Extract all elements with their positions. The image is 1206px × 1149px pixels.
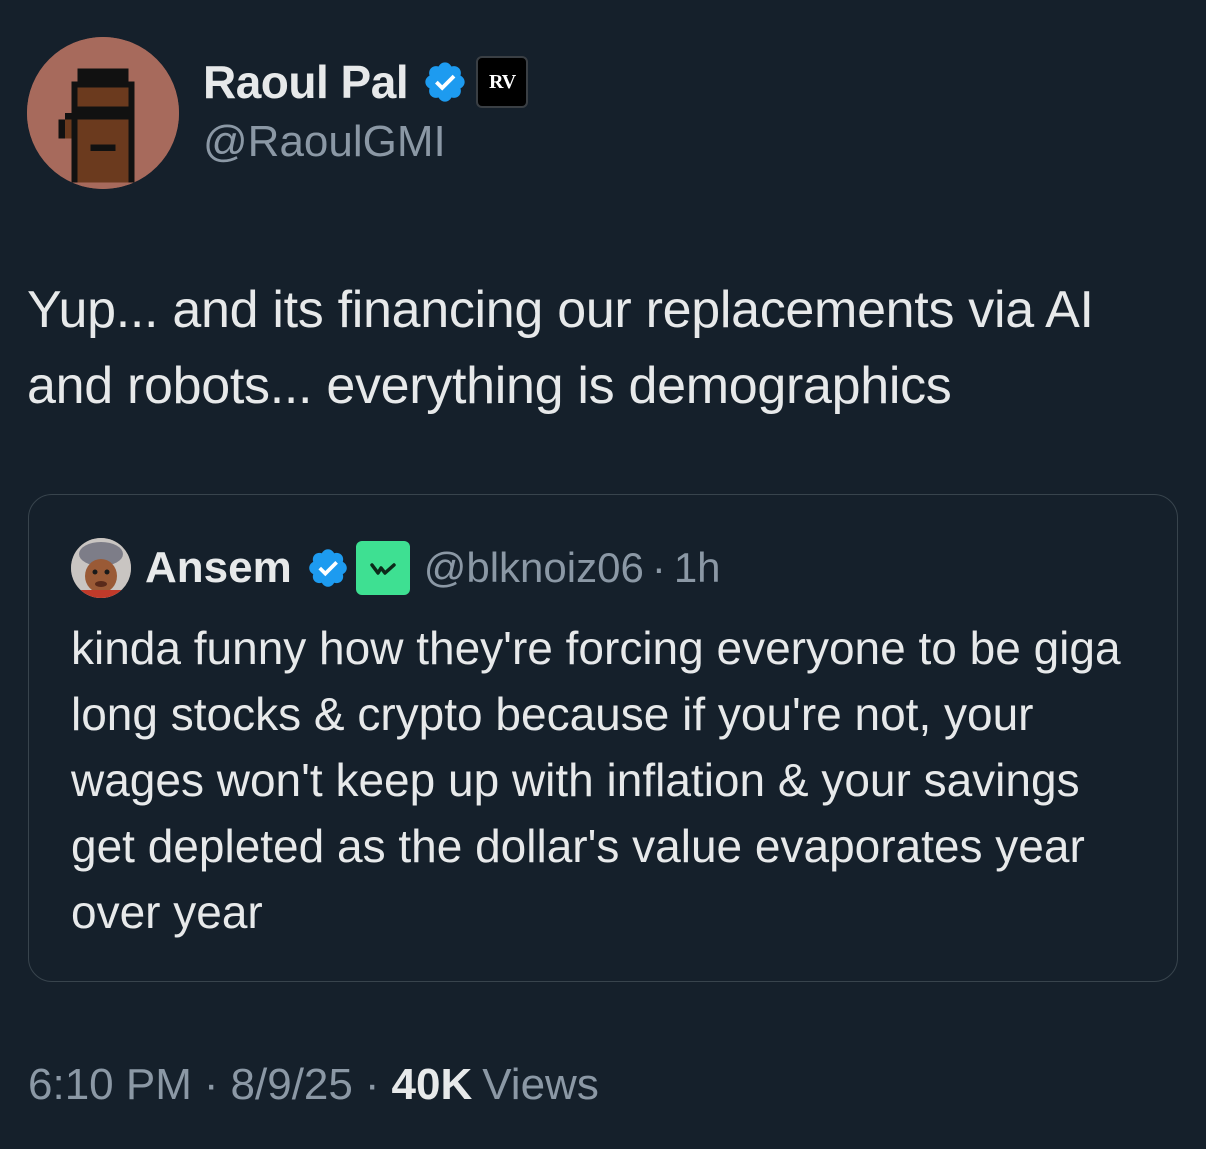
views-label: Views bbox=[482, 1060, 599, 1109]
author-name[interactable]: Raoul Pal bbox=[203, 55, 409, 109]
pixel-punk-avatar-icon bbox=[27, 37, 179, 189]
baby-photo-avatar-icon bbox=[71, 538, 131, 598]
quoted-tweet-header: Ansem @blknoiz06 · 1h bbox=[71, 535, 721, 601]
affiliation-badge[interactable]: RV bbox=[476, 56, 529, 108]
affiliation-badge-text: RV bbox=[489, 70, 516, 93]
quoted-author-avatar[interactable] bbox=[71, 538, 131, 598]
meta-separator: · bbox=[364, 1060, 380, 1109]
views-count[interactable]: 40K bbox=[392, 1060, 473, 1110]
tweet-date[interactable]: 8/9/25 bbox=[231, 1060, 353, 1110]
green-affiliation-icon[interactable] bbox=[355, 541, 410, 595]
quoted-author-name[interactable]: Ansem bbox=[145, 543, 292, 593]
meta-separator: · bbox=[203, 1060, 219, 1109]
quoted-separator: · bbox=[651, 544, 666, 591]
quoted-author-handle[interactable]: @blknoiz06 bbox=[424, 544, 644, 592]
tweet-time[interactable]: 6:10 PM bbox=[28, 1060, 192, 1110]
verified-badge-icon[interactable] bbox=[422, 59, 468, 105]
author-handle[interactable]: @RaoulGMI bbox=[203, 117, 446, 167]
verified-badge-icon[interactable] bbox=[306, 546, 350, 590]
quoted-tweet-text: kinda funny how they're forcing everyone… bbox=[71, 622, 1121, 938]
author-name-row: Raoul Pal RV bbox=[203, 52, 529, 112]
tweet: Raoul Pal RV @RaoulGMI Yup... and its fi… bbox=[0, 0, 1206, 1149]
tweet-text: Yup... and its financing our replacement… bbox=[27, 281, 1094, 415]
affiliation-logo-icon bbox=[369, 563, 396, 575]
quoted-timestamp[interactable]: 1h bbox=[674, 544, 721, 592]
quoted-tweet-card[interactable]: Ansem @blknoiz06 · 1h kinda funny how th… bbox=[28, 494, 1178, 982]
tweet-meta: 6:10 PM · 8/9/25 · 40K Views bbox=[28, 1060, 599, 1110]
author-avatar[interactable] bbox=[27, 37, 179, 189]
